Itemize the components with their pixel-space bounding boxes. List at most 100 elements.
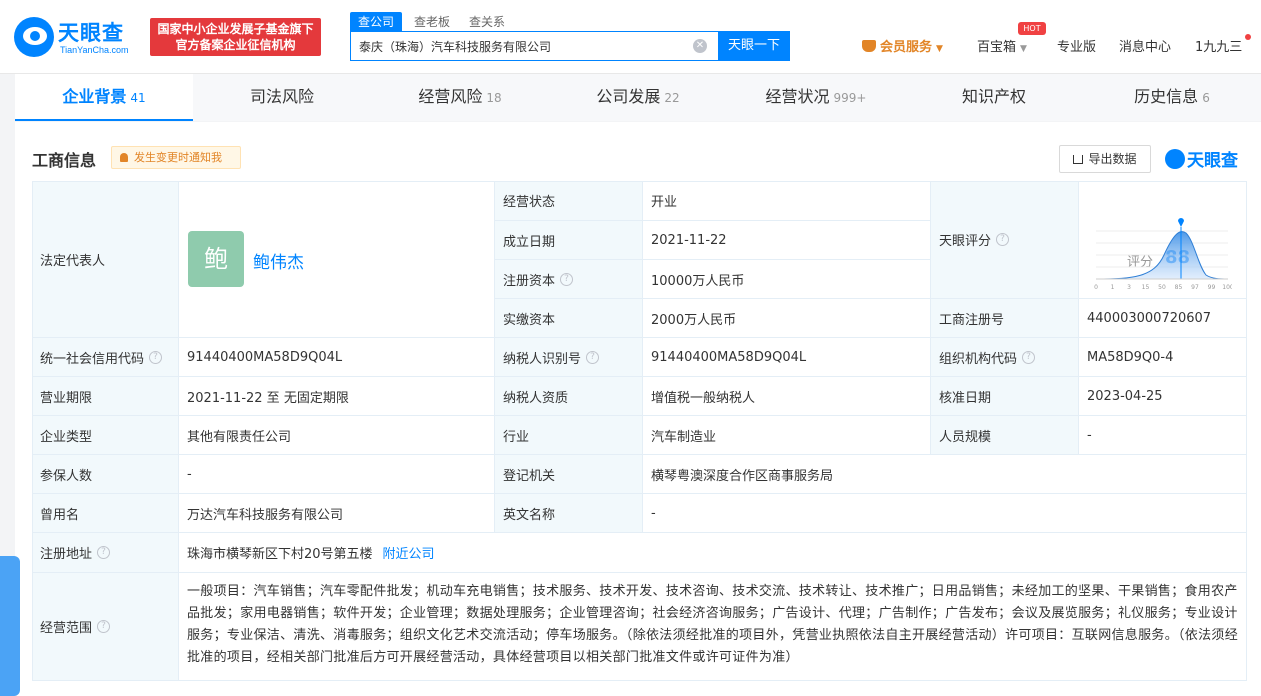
english-name-value: -	[643, 494, 1247, 533]
english-name-label: 英文名称	[495, 494, 643, 533]
taxpayer-qual-value: 增值税一般纳税人	[643, 377, 931, 416]
help-icon[interactable]: ?	[149, 350, 163, 364]
tab-history[interactable]: 历史信息 6	[1083, 74, 1261, 121]
legal-rep-label: 法定代表人	[32, 181, 179, 338]
insured-value: -	[179, 455, 495, 494]
caret-down-icon: ▼	[936, 44, 943, 54]
help-icon[interactable]: ?	[996, 233, 1010, 246]
search-input[interactable]	[359, 32, 689, 60]
tab-enterprise-background[interactable]: 企业背景 41	[15, 74, 193, 121]
paid-capital-label: 实缴资本	[495, 299, 643, 338]
authority-label: 登记机关	[495, 455, 643, 494]
score-tick-label: 15	[1142, 284, 1150, 291]
eye-logo-icon	[1165, 149, 1185, 169]
credit-code-value: 91440400MA58D9Q04L	[179, 338, 495, 377]
score-tick-label: 100	[1222, 284, 1232, 291]
search-tab-company[interactable]: 查公司	[350, 12, 403, 32]
insured-label: 参保人数	[32, 455, 179, 494]
reg-no-label: 工商注册号	[931, 299, 1079, 338]
help-icon[interactable]: ?	[97, 546, 111, 559]
paid-capital-value: 2000万人民币	[643, 299, 931, 338]
logo-name: 天眼查	[58, 21, 124, 45]
score-tick-label: 85	[1175, 284, 1183, 291]
legal-rep-avatar[interactable]: 鲍	[188, 231, 244, 287]
floating-side-widget[interactable]	[0, 556, 20, 696]
tab-intellectual-property[interactable]: 知识产权	[905, 74, 1083, 121]
search-button[interactable]: 天眼一下	[718, 31, 790, 61]
tab-judicial-risk[interactable]: 司法风险	[193, 74, 371, 121]
term-label: 营业期限	[32, 377, 179, 416]
tab-operating-status[interactable]: 经营状况 999+	[727, 74, 905, 121]
nearby-companies-link[interactable]: 附近公司	[383, 543, 435, 562]
vip-service-link[interactable]: 会员服务 ▼	[862, 36, 943, 55]
pro-version-link[interactable]: 专业版	[1057, 36, 1096, 55]
help-icon[interactable]: ?	[97, 620, 111, 633]
scope-label: 经营范围?	[32, 573, 179, 681]
industry-label: 行业	[495, 416, 643, 455]
tab-company-development[interactable]: 公司发展 22	[549, 74, 727, 121]
taxpayer-id-value: 91440400MA58D9Q04L	[643, 338, 931, 377]
org-code-value: MA58D9Q0-4	[1079, 338, 1247, 377]
taxpayer-id-label: 纳税人识别号?	[495, 338, 643, 377]
message-center-link[interactable]: 消息中心	[1119, 36, 1171, 55]
address-label: 注册地址?	[32, 533, 179, 573]
tianyancha-logo[interactable]: 天眼查 TianYanCha.com	[14, 17, 144, 57]
staff-label: 人员规模	[931, 416, 1079, 455]
scope-value: 一般项目：汽车销售；汽车零配件批发；机动车充电销售；技术服务、技术开发、技术咨询…	[179, 573, 1247, 681]
reg-capital-label: 注册资本?	[495, 260, 643, 299]
help-icon[interactable]: ?	[586, 350, 600, 364]
section-tabs: 企业背景 41 司法风险 经营风险 18 公司发展 22 经营状况 999+ 知识产权 …	[15, 74, 1261, 121]
logo-domain: TianYanCha.com	[60, 45, 129, 55]
score-marker-pin-icon	[1178, 218, 1184, 227]
notification-dot	[1245, 34, 1251, 40]
score-tick-label: 1	[1111, 284, 1115, 291]
notify-on-change-button[interactable]: 发生变更时通知我	[111, 146, 241, 169]
section-title: 工商信息	[32, 151, 97, 170]
export-data-button[interactable]: 导出数据	[1059, 145, 1151, 173]
former-name-label: 曾用名	[32, 494, 179, 533]
search-box: ✕	[350, 31, 720, 61]
staff-value: -	[1079, 416, 1247, 455]
status-label: 经营状态	[495, 181, 643, 221]
score-tick-label: 50	[1158, 284, 1166, 291]
industry-value: 汽车制造业	[643, 416, 931, 455]
help-icon[interactable]: ?	[1022, 350, 1036, 364]
download-icon	[1073, 155, 1084, 164]
legal-rep-name-link[interactable]: 鲍伟杰	[253, 248, 304, 273]
search-tab-boss[interactable]: 查老板	[414, 12, 450, 32]
approve-date-label: 核准日期	[931, 377, 1079, 416]
reg-no-value: 440003000720607	[1079, 299, 1247, 338]
score-tick-labels: 0 1 3 15 50 85 97 99 100	[1094, 284, 1232, 291]
baibaoxiang-link[interactable]: 百宝箱 ▼	[977, 36, 1027, 55]
eye-logo-icon	[14, 17, 54, 57]
search-tab-relation[interactable]: 查关系	[469, 12, 505, 32]
term-value: 2021-11-22 至 无固定期限	[179, 377, 495, 416]
address-value: 珠海市横琴新区下村20号第五楼 附近公司	[179, 533, 1247, 573]
authority-value: 横琴粤澳深度合作区商事服务局	[643, 455, 1247, 494]
founded-value: 2021-11-22	[643, 221, 931, 260]
caret-down-icon: ▼	[1020, 44, 1027, 54]
score-tick-label: 0	[1094, 284, 1098, 291]
score-tick-label: 99	[1208, 284, 1216, 291]
business-info-table: 法定代表人 经营状态 开业 成立日期 2021-11-22 注册资本? 1000…	[32, 181, 1247, 681]
top-header: 天眼查 TianYanCha.com 国家中小企业发展子基金旗下 官方备案企业征…	[0, 0, 1261, 74]
type-value: 其他有限责任公司	[179, 416, 495, 455]
official-badge: 国家中小企业发展子基金旗下 官方备案企业征信机构	[150, 18, 321, 56]
bell-icon	[120, 153, 128, 162]
approve-date-value: 2023-04-25	[1079, 377, 1247, 416]
score-tick-label: 97	[1191, 284, 1199, 291]
badge-line-1: 国家中小企业发展子基金旗下	[157, 22, 314, 36]
taxpayer-qual-label: 纳税人资质	[495, 377, 643, 416]
score-distribution-chart: 0 1 3 15 50 85 97 99 100	[1094, 218, 1232, 291]
type-label: 企业类型	[32, 416, 179, 455]
clear-icon[interactable]: ✕	[693, 39, 707, 53]
org-code-label: 组织机构代码?	[931, 338, 1079, 377]
tab-operating-risk[interactable]: 经营风险 18	[371, 74, 549, 121]
reg-capital-value: 10000万人民币	[643, 260, 931, 299]
hot-badge: HOT	[1018, 22, 1046, 35]
credit-code-label: 统一社会信用代码?	[32, 338, 179, 377]
user-menu[interactable]: 1九九三	[1195, 36, 1242, 55]
brand-watermark: 天眼查	[1165, 146, 1238, 171]
help-icon[interactable]: ?	[560, 272, 574, 286]
status-value: 开业	[643, 181, 931, 221]
